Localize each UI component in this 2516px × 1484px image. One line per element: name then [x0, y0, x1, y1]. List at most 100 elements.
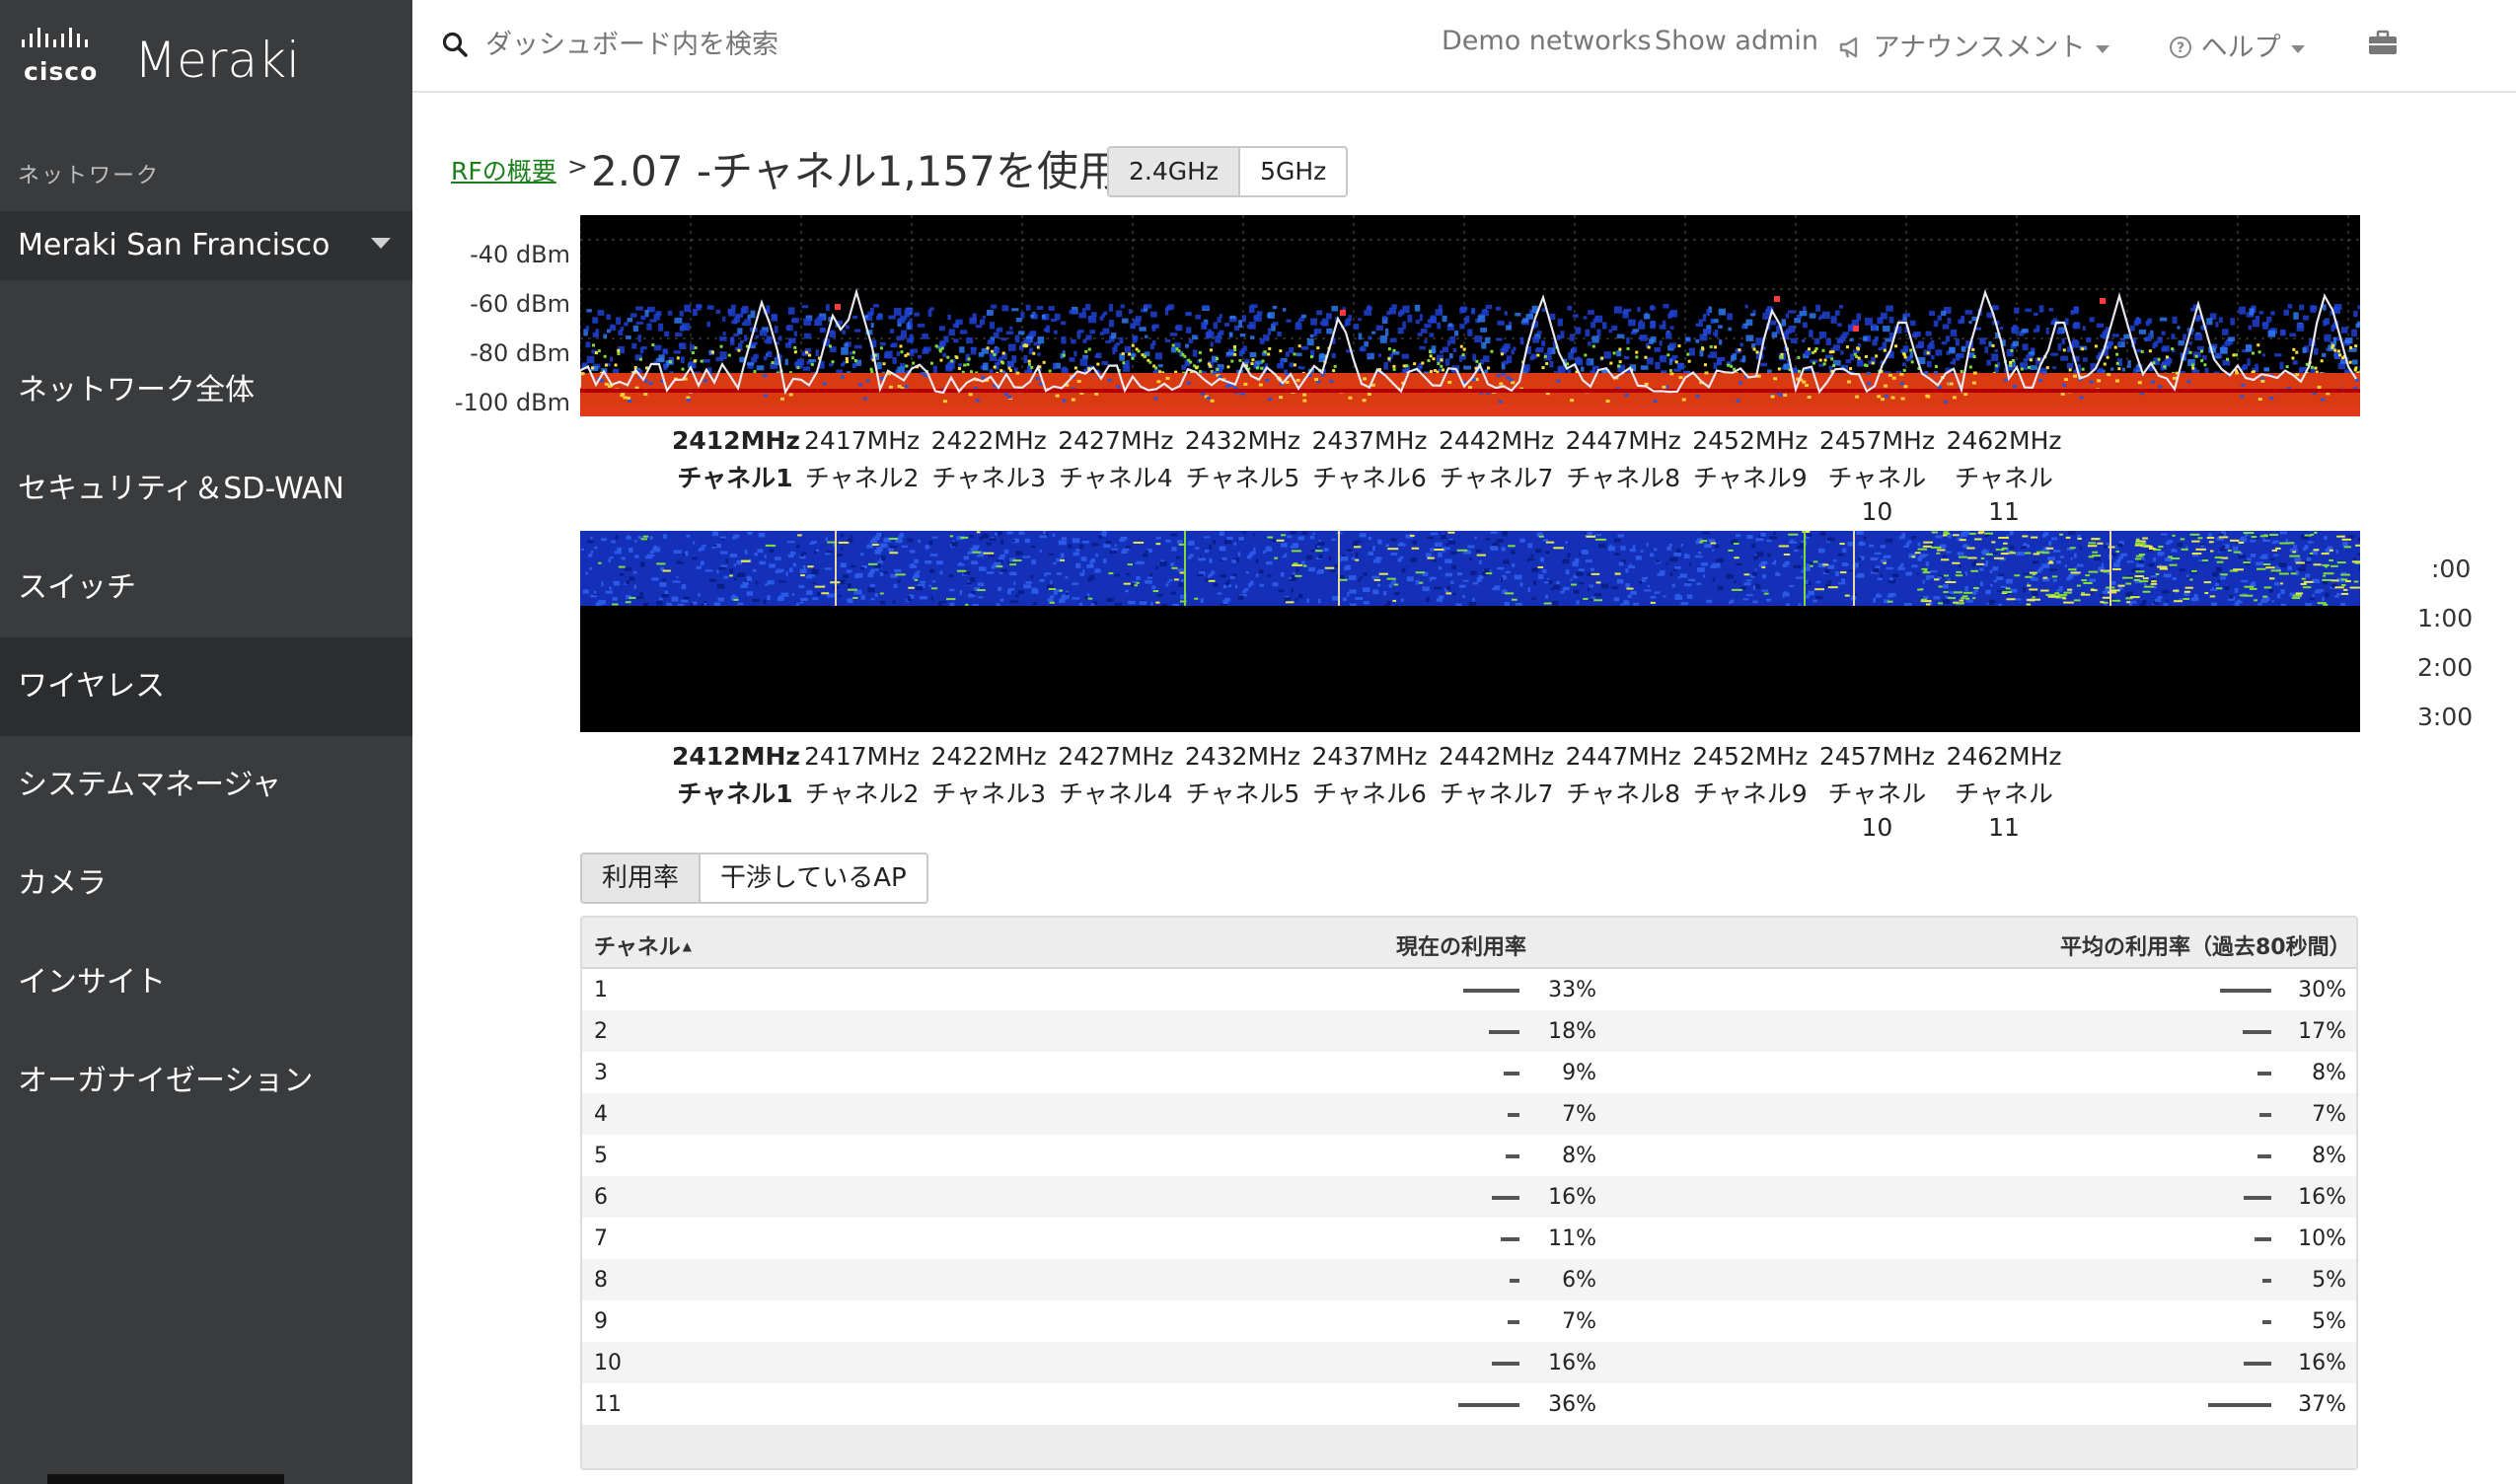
table-row[interactable]: 2 18% 17% [582, 1010, 2356, 1052]
spectrum-chart[interactable] [580, 215, 2360, 416]
sidebar-item-wireless[interactable]: ワイヤレス [0, 637, 412, 736]
table-row[interactable]: 6 16% 16% [582, 1176, 2356, 1218]
time-label-0: :00 [2431, 555, 2472, 583]
column-header-current-utilization[interactable]: 現在の利用率 [1396, 929, 1526, 961]
current-utilization-bar [1492, 1362, 1519, 1366]
table-row[interactable]: 9 7% 5% [582, 1300, 2356, 1342]
average-utilization-value: 5% [2312, 1268, 2346, 1293]
channel-cell: 8 [594, 1268, 608, 1293]
current-utilization-value: 8% [1562, 1144, 1596, 1168]
table-row[interactable]: 1 33% 30% [582, 969, 2356, 1010]
channel-cell: 2 [594, 1019, 608, 1044]
average-utilization-value: 16% [2298, 1351, 2346, 1375]
channel-label: チャネル1 [677, 464, 793, 492]
channel-cell: 6 [594, 1185, 608, 1210]
current-utilization-value: 11% [1548, 1226, 1596, 1251]
current-utilization-value: 18% [1548, 1019, 1596, 1044]
frequency-mhz: 2437MHz [1311, 426, 1428, 455]
briefcase-icon[interactable] [2368, 30, 2398, 55]
sidebar-item-camera[interactable]: カメラ [0, 835, 412, 933]
frequency-label: 2462MHz チャネル 11 [1941, 422, 2067, 531]
average-utilization-bar [2244, 1196, 2271, 1200]
channel-cell: 4 [594, 1102, 608, 1127]
table-row[interactable]: 4 7% 7% [582, 1093, 2356, 1135]
sidebar-item-network-wide[interactable]: ネットワーク全体 [0, 341, 412, 440]
table-row[interactable]: 3 9% 8% [582, 1052, 2356, 1093]
current-utilization-bar [1506, 1154, 1519, 1158]
sidebar-item-switch[interactable]: スイッチ [0, 539, 412, 637]
demo-networks-link[interactable]: Demo networks [1442, 26, 1652, 56]
band-5ghz-button[interactable]: 5GHz [1238, 148, 1347, 195]
tab-utilization[interactable]: 利用率 [582, 854, 700, 902]
frequency-mhz: 2427MHz [1058, 426, 1174, 455]
frequency-labels-bottom: 2412MHz チャネル1 2417MHz チャネル2 2422MHz チャネル3 2427… [580, 738, 2360, 847]
chevron-down-icon [371, 238, 391, 249]
table-row[interactable]: 11 36% 37% [582, 1383, 2356, 1425]
current-utilization-value: 36% [1548, 1392, 1596, 1417]
frequency-label: 2417MHz チャネル2 [799, 422, 925, 497]
table-row[interactable]: 10 16% 16% [582, 1342, 2356, 1383]
announcements-menu[interactable]: アナウンスメント [1839, 26, 2109, 64]
channel-number: 11 [1988, 497, 2020, 526]
channel-label: チャネル2 [804, 464, 920, 492]
average-utilization-value: 17% [2298, 1019, 2346, 1044]
frequency-mhz: 2457MHz [1818, 426, 1935, 455]
search-icon [442, 32, 468, 57]
average-utilization-bar [2259, 1113, 2271, 1117]
channel-cell: 7 [594, 1226, 608, 1251]
frequency-label: 2442MHz チャネル7 [1434, 738, 1560, 813]
frequency-labels-top: 2412MHz チャネル1 2417MHz チャネル2 2422MHz チャネル3 2427… [580, 422, 2360, 531]
sidebar-item-insight[interactable]: インサイト [0, 933, 412, 1032]
frequency-mhz: 2422MHz [930, 426, 1047, 455]
frequency-mhz: 2417MHz [804, 742, 921, 771]
frequency-label: 2437MHz チャネル6 [1306, 422, 1433, 497]
current-utilization-value: 7% [1562, 1309, 1596, 1334]
channel-label: チャネル4 [1058, 779, 1173, 808]
current-utilization-bar [1510, 1279, 1519, 1283]
y-label-minus60: -60 dBm [470, 290, 570, 318]
current-utilization-bar [1489, 1030, 1519, 1034]
sidebar-item-systems-manager[interactable]: システムマネージャ [0, 736, 412, 835]
table-row[interactable]: 5 8% 8% [582, 1135, 2356, 1176]
column-header-average-utilization[interactable]: 平均の利用率（過去80秒間） [2060, 929, 2351, 961]
tab-interfering-aps[interactable]: 干渉しているAP [699, 854, 926, 902]
megaphone-icon [1839, 37, 1858, 58]
frequency-mhz: 2447MHz [1565, 742, 1681, 771]
frequency-label: 2442MHz チャネル7 [1434, 422, 1560, 497]
band-selector: 2.4GHz 5GHz [1107, 146, 1349, 197]
channel-cell: 10 [594, 1351, 622, 1375]
channel-number: 10 [1861, 813, 1893, 842]
channel-label: チャネル6 [1312, 779, 1427, 808]
current-utilization-bar [1504, 1072, 1519, 1076]
column-header-channel[interactable]: チャネル ▲ [594, 929, 692, 961]
average-utilization-bar [2262, 1279, 2271, 1283]
average-utilization-value: 30% [2298, 978, 2346, 1002]
frequency-mhz: 2417MHz [804, 426, 921, 455]
table-row[interactable]: 8 6% 5% [582, 1259, 2356, 1300]
time-label-2: 2:00 [2417, 653, 2474, 682]
frequency-label: 2462MHz チャネル 11 [1941, 738, 2067, 847]
average-utilization-value: 10% [2298, 1226, 2346, 1251]
frequency-label: 2412MHz チャネル1 [672, 422, 800, 497]
sidebar-item-security-sdwan[interactable]: セキュリティ＆SD-WAN [0, 440, 412, 539]
breadcrumb-separator: > [567, 152, 588, 181]
help-menu[interactable]: ? ヘルプ [2169, 26, 2305, 64]
current-utilization-bar [1463, 989, 1519, 993]
sidebar-item-organization[interactable]: オーガナイゼーション [0, 1032, 412, 1131]
show-admin-link[interactable]: Show admin [1655, 26, 1818, 56]
band-2-4ghz-button[interactable]: 2.4GHz [1109, 148, 1239, 195]
time-label-3: 3:00 [2417, 703, 2474, 731]
frequency-label: 2452MHz チャネル9 [1687, 422, 1813, 497]
average-utilization-bar [2262, 1320, 2271, 1324]
cisco-wordmark: cisco [24, 57, 99, 86]
channel-cell: 1 [594, 978, 608, 1002]
waterfall-chart[interactable] [580, 531, 2360, 732]
network-selector[interactable]: Meraki San Francisco [0, 211, 412, 280]
search-input[interactable] [483, 24, 1079, 65]
announcements-label: アナウンスメント [1873, 33, 2086, 63]
channel-number: 10 [1861, 497, 1893, 526]
table-row[interactable]: 7 11% 10% [582, 1218, 2356, 1259]
breadcrumb-rf-overview[interactable]: RFの概要 [451, 152, 556, 187]
average-utilization-value: 8% [2312, 1061, 2346, 1085]
utilization-tabs: 利用率 干渉しているAP [580, 853, 928, 904]
